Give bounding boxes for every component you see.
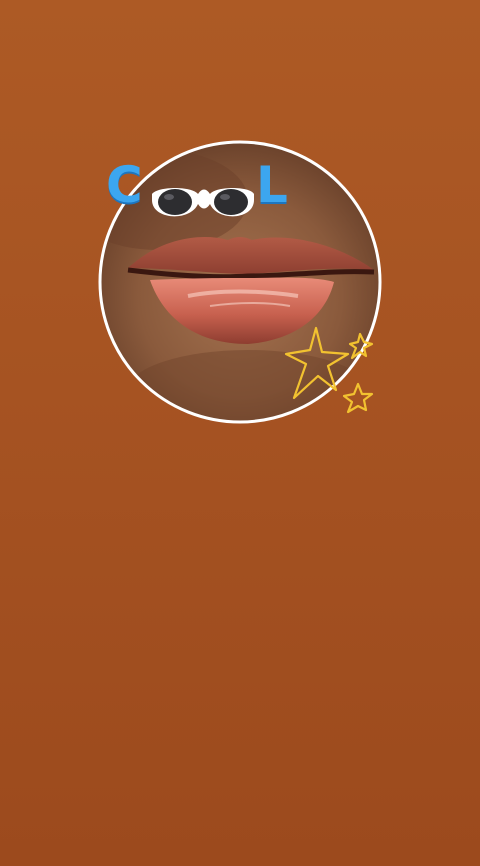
cool-letter-l: L	[256, 156, 288, 214]
cool-letter-c: C	[106, 156, 143, 214]
sunglasses-icon	[152, 188, 254, 217]
cool-lips-sticker[interactable]: C L	[96, 140, 386, 430]
star-icon	[284, 326, 374, 414]
cool-text: C L	[106, 154, 306, 217]
